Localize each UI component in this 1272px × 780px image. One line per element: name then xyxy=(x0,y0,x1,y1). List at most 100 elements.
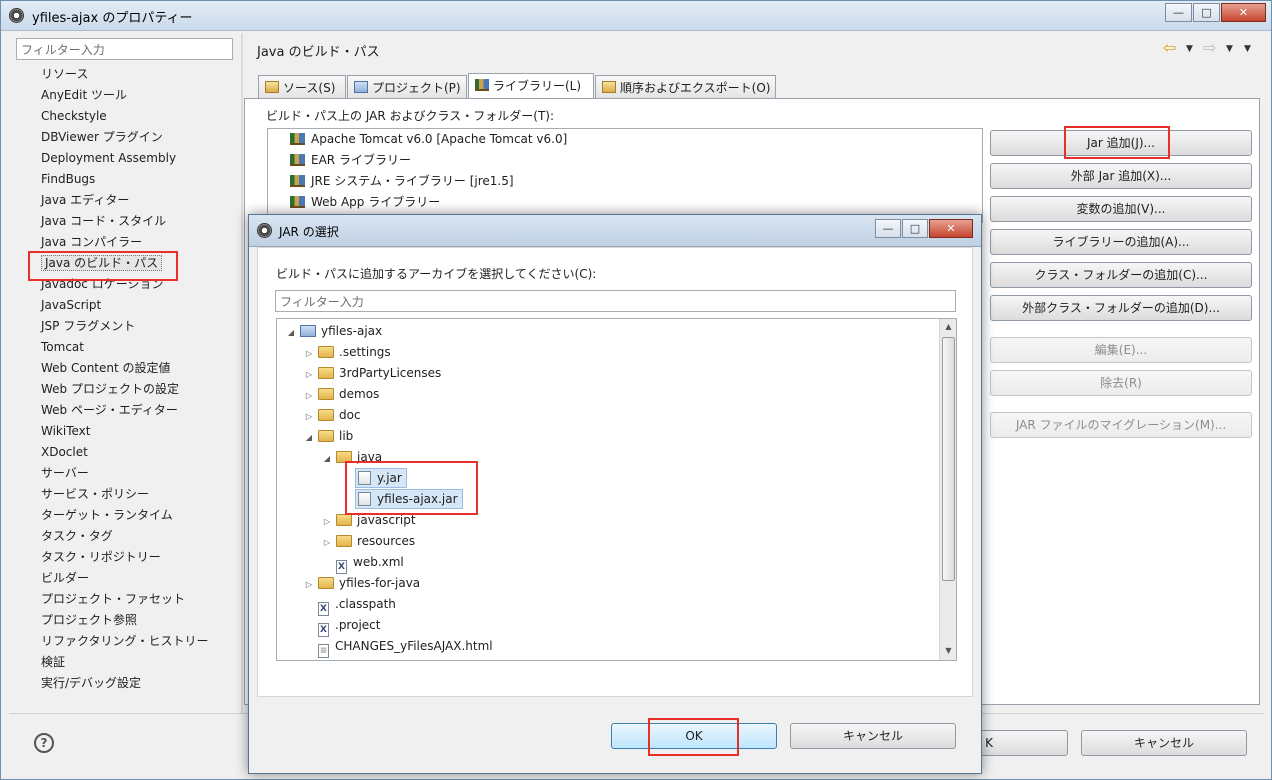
tree-node[interactable]: ▷ .settings xyxy=(303,342,391,363)
add-external-jars-button[interactable]: 外部 Jar 追加(X)... xyxy=(990,163,1252,189)
tree-node[interactable]: ≡ CHANGES_yFilesAJAX.html xyxy=(315,636,493,658)
nav-item-javascript[interactable]: JavaScript xyxy=(15,295,237,316)
nav-item-java-compiler[interactable]: Java コンパイラー xyxy=(15,232,237,253)
dialog-close-button[interactable]: ✕ xyxy=(929,219,973,238)
nav-item-task-tags[interactable]: タスク・タグ xyxy=(15,526,237,547)
order-export-icon xyxy=(602,81,616,93)
tab-order-export[interactable]: 順序およびエクスポート(O) xyxy=(595,75,776,99)
nav-item-java-code-style[interactable]: Java コード・スタイル xyxy=(15,211,237,232)
tree-node[interactable]: X .classpath xyxy=(315,594,396,616)
add-external-class-folder-button[interactable]: 外部クラス・フォルダーの追加(D)... xyxy=(990,295,1252,321)
collapsed-chevron-icon[interactable]: ▷ xyxy=(303,364,315,385)
tree-node[interactable]: ◢ lib xyxy=(303,426,353,447)
nav-item-findbugs[interactable]: FindBugs xyxy=(15,169,237,190)
nav-filter-input[interactable]: フィルター入力 xyxy=(16,38,233,60)
collapsed-chevron-icon[interactable]: ▷ xyxy=(303,385,315,406)
scroll-up-arrow-icon[interactable]: ▲ xyxy=(940,319,956,335)
expanded-chevron-icon[interactable]: ◢ xyxy=(285,322,297,343)
tree-node[interactable]: ▷ demos xyxy=(303,384,379,405)
nav-item-jsp-fragment[interactable]: JSP フラグメント xyxy=(15,316,237,337)
main-cancel-button[interactable]: キャンセル xyxy=(1081,730,1247,756)
nav-item-project-references[interactable]: プロジェクト参照 xyxy=(15,610,237,631)
folder-icon xyxy=(318,346,334,358)
help-icon[interactable]: ? xyxy=(34,733,54,753)
remove-button[interactable]: 除去(R) xyxy=(990,370,1252,396)
library-list[interactable]: Apache Tomcat v6.0 [Apache Tomcat v6.0] … xyxy=(267,128,983,223)
nav-item-project-facets[interactable]: プロジェクト・ファセット xyxy=(15,589,237,610)
nav-item-web-page-editor[interactable]: Web ページ・エディター xyxy=(15,400,237,421)
window-titlebar[interactable]: yfiles-ajax のプロパティー — □ ✕ xyxy=(1,1,1271,31)
edit-button[interactable]: 編集(E)... xyxy=(990,337,1252,363)
library-label: Web App ライブラリー xyxy=(311,195,441,209)
tree-node-root[interactable]: ◢ yfiles-ajax xyxy=(285,321,382,342)
maximize-button[interactable]: □ xyxy=(1193,3,1220,22)
dialog-cancel-button[interactable]: キャンセル xyxy=(790,723,956,749)
list-item[interactable]: EAR ライブラリー xyxy=(268,150,982,171)
tree-label: lib xyxy=(339,429,354,443)
tree-scrollbar[interactable]: ▲ ▼ xyxy=(939,319,956,660)
list-item[interactable]: Web App ライブラリー xyxy=(268,192,982,213)
scroll-thumb[interactable] xyxy=(942,337,955,581)
collapsed-chevron-icon[interactable]: ▷ xyxy=(303,406,315,427)
back-menu-chevron-icon[interactable]: ▼ xyxy=(1186,44,1193,54)
jar-selection-dialog: JAR の選択 — □ ✕ ビルド・パスに追加するアーカイブを選択してください(… xyxy=(248,214,982,774)
tab-label: プロジェクト(P) xyxy=(372,81,461,95)
nav-item-tomcat[interactable]: Tomcat xyxy=(15,337,237,358)
migrate-jar-button[interactable]: JAR ファイルのマイグレーション(M)... xyxy=(990,412,1252,438)
nav-item-task-repository[interactable]: タスク・リポジトリー xyxy=(15,547,237,568)
dialog-minimize-button[interactable]: — xyxy=(875,219,901,238)
nav-item-xdoclet[interactable]: XDoclet xyxy=(15,442,237,463)
folder-icon xyxy=(318,409,334,421)
nav-item-wikitext[interactable]: WikiText xyxy=(15,421,237,442)
classpath-label: ビルド・パス上の JAR およびクラス・フォルダー(T): xyxy=(266,109,555,123)
add-variable-button[interactable]: 変数の追加(V)... xyxy=(990,196,1252,222)
tree-node[interactable]: ▷ yfiles-for-java xyxy=(303,573,420,594)
tab-projects[interactable]: プロジェクト(P) xyxy=(347,75,467,99)
nav-item-target-runtime[interactable]: ターゲット・ランタイム xyxy=(15,505,237,526)
add-class-folder-button[interactable]: クラス・フォルダーの追加(C)... xyxy=(990,262,1252,288)
expanded-chevron-icon[interactable]: ◢ xyxy=(321,448,333,469)
collapsed-chevron-icon[interactable]: ▷ xyxy=(321,511,333,532)
view-menu-chevron-icon[interactable]: ▼ xyxy=(1244,44,1251,54)
dialog-titlebar[interactable]: JAR の選択 — □ ✕ xyxy=(249,215,981,247)
nav-item-run-debug-settings[interactable]: 実行/デバッグ設定 xyxy=(15,673,237,694)
collapsed-chevron-icon[interactable]: ▷ xyxy=(321,532,333,553)
list-item[interactable]: JRE システム・ライブラリー [jre1.5] xyxy=(268,171,982,192)
tree-node[interactable]: X .project xyxy=(315,615,380,637)
nav-item-web-content-settings[interactable]: Web Content の設定値 xyxy=(15,358,237,379)
nav-item-builders[interactable]: ビルダー xyxy=(15,568,237,589)
nav-item-dbviewer[interactable]: DBViewer プラグイン xyxy=(15,127,237,148)
dialog-maximize-button[interactable]: □ xyxy=(902,219,928,238)
nav-item-refactoring-history[interactable]: リファクタリング・ヒストリー xyxy=(15,631,237,652)
tab-libraries[interactable]: ライブラリー(L) xyxy=(468,73,594,99)
minimize-button[interactable]: — xyxy=(1165,3,1192,22)
nav-item-java-editor[interactable]: Java エディター xyxy=(15,190,237,211)
nav-item-deployment-assembly[interactable]: Deployment Assembly xyxy=(15,148,237,169)
tree-node[interactable]: ▷ resources xyxy=(321,531,415,552)
collapsed-chevron-icon[interactable]: ▷ xyxy=(303,574,315,595)
nav-item-server[interactable]: サーバー xyxy=(15,463,237,484)
tree-node[interactable]: ▷ 3rdPartyLicenses xyxy=(303,363,441,384)
nav-item-checkstyle[interactable]: Checkstyle xyxy=(15,106,237,127)
nav-item-validation[interactable]: 検証 xyxy=(15,652,237,673)
tree-node[interactable]: ▷ doc xyxy=(303,405,361,426)
tab-source[interactable]: ソース(S) xyxy=(258,75,346,99)
tree-label: CHANGES_yFilesAJAX.html xyxy=(335,639,493,653)
add-library-button[interactable]: ライブラリーの追加(A)... xyxy=(990,229,1252,255)
expanded-chevron-icon[interactable]: ◢ xyxy=(303,427,315,448)
nav-item-web-project-settings[interactable]: Web プロジェクトの設定 xyxy=(15,379,237,400)
nav-item-resource[interactable]: リソース xyxy=(15,64,237,85)
tree-node[interactable]: Xweb.xml xyxy=(333,552,404,574)
back-arrow-icon[interactable]: ⇦ xyxy=(1163,38,1176,57)
forward-arrow-icon[interactable]: ⇨ xyxy=(1203,38,1216,57)
nav-item-anyedit[interactable]: AnyEdit ツール xyxy=(15,85,237,106)
pane-splitter[interactable] xyxy=(241,33,243,713)
scroll-down-arrow-icon[interactable]: ▼ xyxy=(940,643,956,659)
close-button[interactable]: ✕ xyxy=(1221,3,1266,22)
nav-item-service-policy[interactable]: サービス・ポリシー xyxy=(15,484,237,505)
collapsed-chevron-icon[interactable]: ▷ xyxy=(303,343,315,364)
xml-file-icon: X xyxy=(318,602,329,616)
dialog-filter-input[interactable]: フィルター入力 xyxy=(275,290,956,312)
forward-menu-chevron-icon[interactable]: ▼ xyxy=(1226,44,1233,54)
list-item[interactable]: Apache Tomcat v6.0 [Apache Tomcat v6.0] xyxy=(268,129,982,150)
